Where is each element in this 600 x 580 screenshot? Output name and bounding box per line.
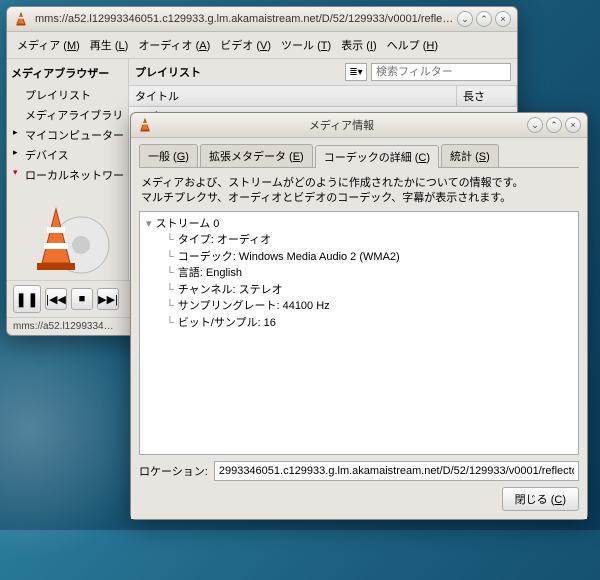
info-title: メディア情報	[159, 117, 524, 133]
menu-h[interactable]: ヘルプ (H)	[383, 35, 442, 55]
menu-t[interactable]: ツール (T)	[277, 35, 335, 55]
vlc-cone-art	[11, 195, 124, 285]
sidebar-item[interactable]: デバイス	[11, 145, 124, 165]
stream-property: └コーデック: Windows Media Audio 2 (WMA2)	[146, 249, 572, 266]
close-button[interactable]: ×	[565, 117, 581, 133]
sidebar-title: メディアブラウザー	[11, 63, 124, 85]
menu-i[interactable]: 表示 (I)	[337, 35, 380, 55]
codec-tree[interactable]: ▾ストリーム 0└タイプ: オーディオ└コーデック: Windows Media…	[139, 211, 579, 455]
location-input[interactable]	[214, 461, 579, 481]
vlc-icon	[13, 11, 29, 27]
menu-a[interactable]: オーディオ (A)	[134, 35, 214, 55]
col-title[interactable]: タイトル	[129, 86, 457, 106]
sidebar: メディアブラウザー プレイリストメディアライブラリーマイコンピューターデバイスロ…	[7, 59, 129, 280]
close-dialog-button[interactable]: 閉じる (C)	[502, 487, 579, 511]
stream-header[interactable]: ▾ストリーム 0	[146, 216, 572, 233]
codec-description: メディアおよび、ストリームがどのように作成されたかについての情報です。マルチプレ…	[139, 172, 579, 211]
sidebar-item[interactable]: プレイリスト	[11, 85, 124, 105]
menubar: メディア (M)再生 (L)オーディオ (A)ビデオ (V)ツール (T)表示 …	[7, 32, 517, 59]
close-button[interactable]: ×	[495, 11, 511, 27]
menu-m[interactable]: メディア (M)	[13, 35, 84, 55]
location-label: ロケーション:	[139, 463, 208, 479]
tab-c[interactable]: コーデックの詳細 (C)	[315, 145, 439, 168]
stream-property: └言語: English	[146, 265, 572, 282]
list-header: タイトル 長さ	[129, 86, 517, 107]
tab-s[interactable]: 統計 (S)	[441, 144, 499, 167]
maximize-button[interactable]: ⌃	[476, 11, 492, 27]
main-title: mms://a52.l12993346051.c129933.g.lm.akam…	[35, 13, 454, 25]
sidebar-item[interactable]: ローカルネットワーク	[11, 165, 124, 185]
minimize-button[interactable]: ⌄	[457, 11, 473, 27]
info-titlebar[interactable]: メディア情報 ⌄ ⌃ ×	[131, 113, 587, 138]
main-titlebar[interactable]: mms://a52.l12993346051.c129933.g.lm.akam…	[7, 7, 517, 32]
menu-l[interactable]: 再生 (L)	[86, 35, 133, 55]
search-input[interactable]	[371, 63, 511, 81]
stream-property: └ビット/サンプル: 16	[146, 315, 572, 332]
stream-property: └タイプ: オーディオ	[146, 232, 572, 249]
stream-property: └サンプリングレート: 44100 Hz	[146, 298, 572, 315]
menu-v[interactable]: ビデオ (V)	[216, 35, 275, 55]
col-length[interactable]: 長さ	[457, 86, 517, 106]
stream-property: └チャンネル: ステレオ	[146, 282, 572, 299]
sidebar-item[interactable]: マイコンピューター	[11, 125, 124, 145]
tab-g[interactable]: 一般 (G)	[139, 144, 198, 167]
stop-button[interactable]: ■	[71, 288, 93, 310]
minimize-button[interactable]: ⌄	[527, 117, 543, 133]
view-mode-button[interactable]: ≣▾	[345, 63, 367, 81]
tab-e[interactable]: 拡張メタデータ (E)	[200, 144, 313, 167]
sidebar-item[interactable]: メディアライブラリー	[11, 105, 124, 125]
pause-button[interactable]: ❚❚	[13, 285, 41, 313]
maximize-button[interactable]: ⌃	[546, 117, 562, 133]
vlc-icon	[137, 117, 153, 133]
media-info-window: メディア情報 ⌄ ⌃ × 一般 (G)拡張メタデータ (E)コーデックの詳細 (…	[130, 112, 588, 520]
content-title: プレイリスト	[135, 64, 345, 80]
prev-button[interactable]: |◀◀	[45, 288, 67, 310]
tabbar: 一般 (G)拡張メタデータ (E)コーデックの詳細 (C)統計 (S)	[139, 144, 579, 168]
next-button[interactable]: ▶▶|	[97, 288, 119, 310]
